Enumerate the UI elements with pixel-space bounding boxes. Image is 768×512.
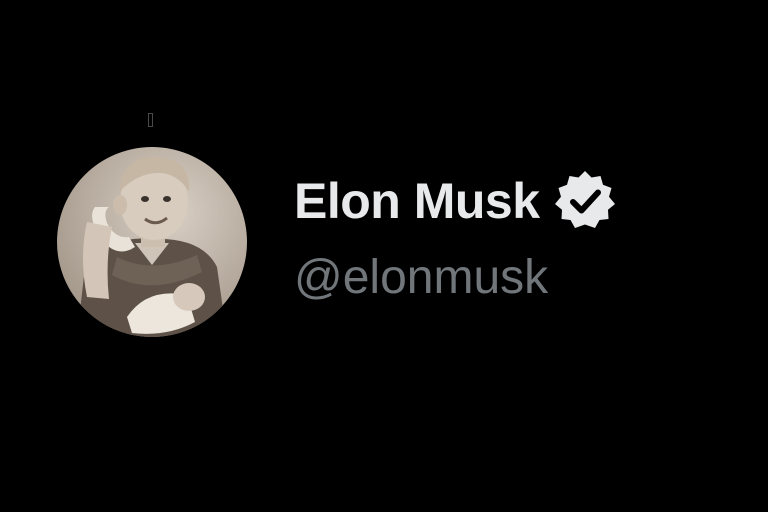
display-name[interactable]: Elon Musk	[294, 176, 540, 226]
profile-header: Elon Musk @elonmusk	[0, 0, 768, 512]
username-handle[interactable]: @elonmusk	[294, 254, 548, 302]
verified-badge-icon[interactable]	[552, 168, 618, 234]
placeholder-glyph	[148, 113, 153, 127]
avatar-photo	[57, 147, 247, 337]
avatar[interactable]	[57, 147, 247, 337]
name-row: Elon Musk	[294, 168, 618, 234]
